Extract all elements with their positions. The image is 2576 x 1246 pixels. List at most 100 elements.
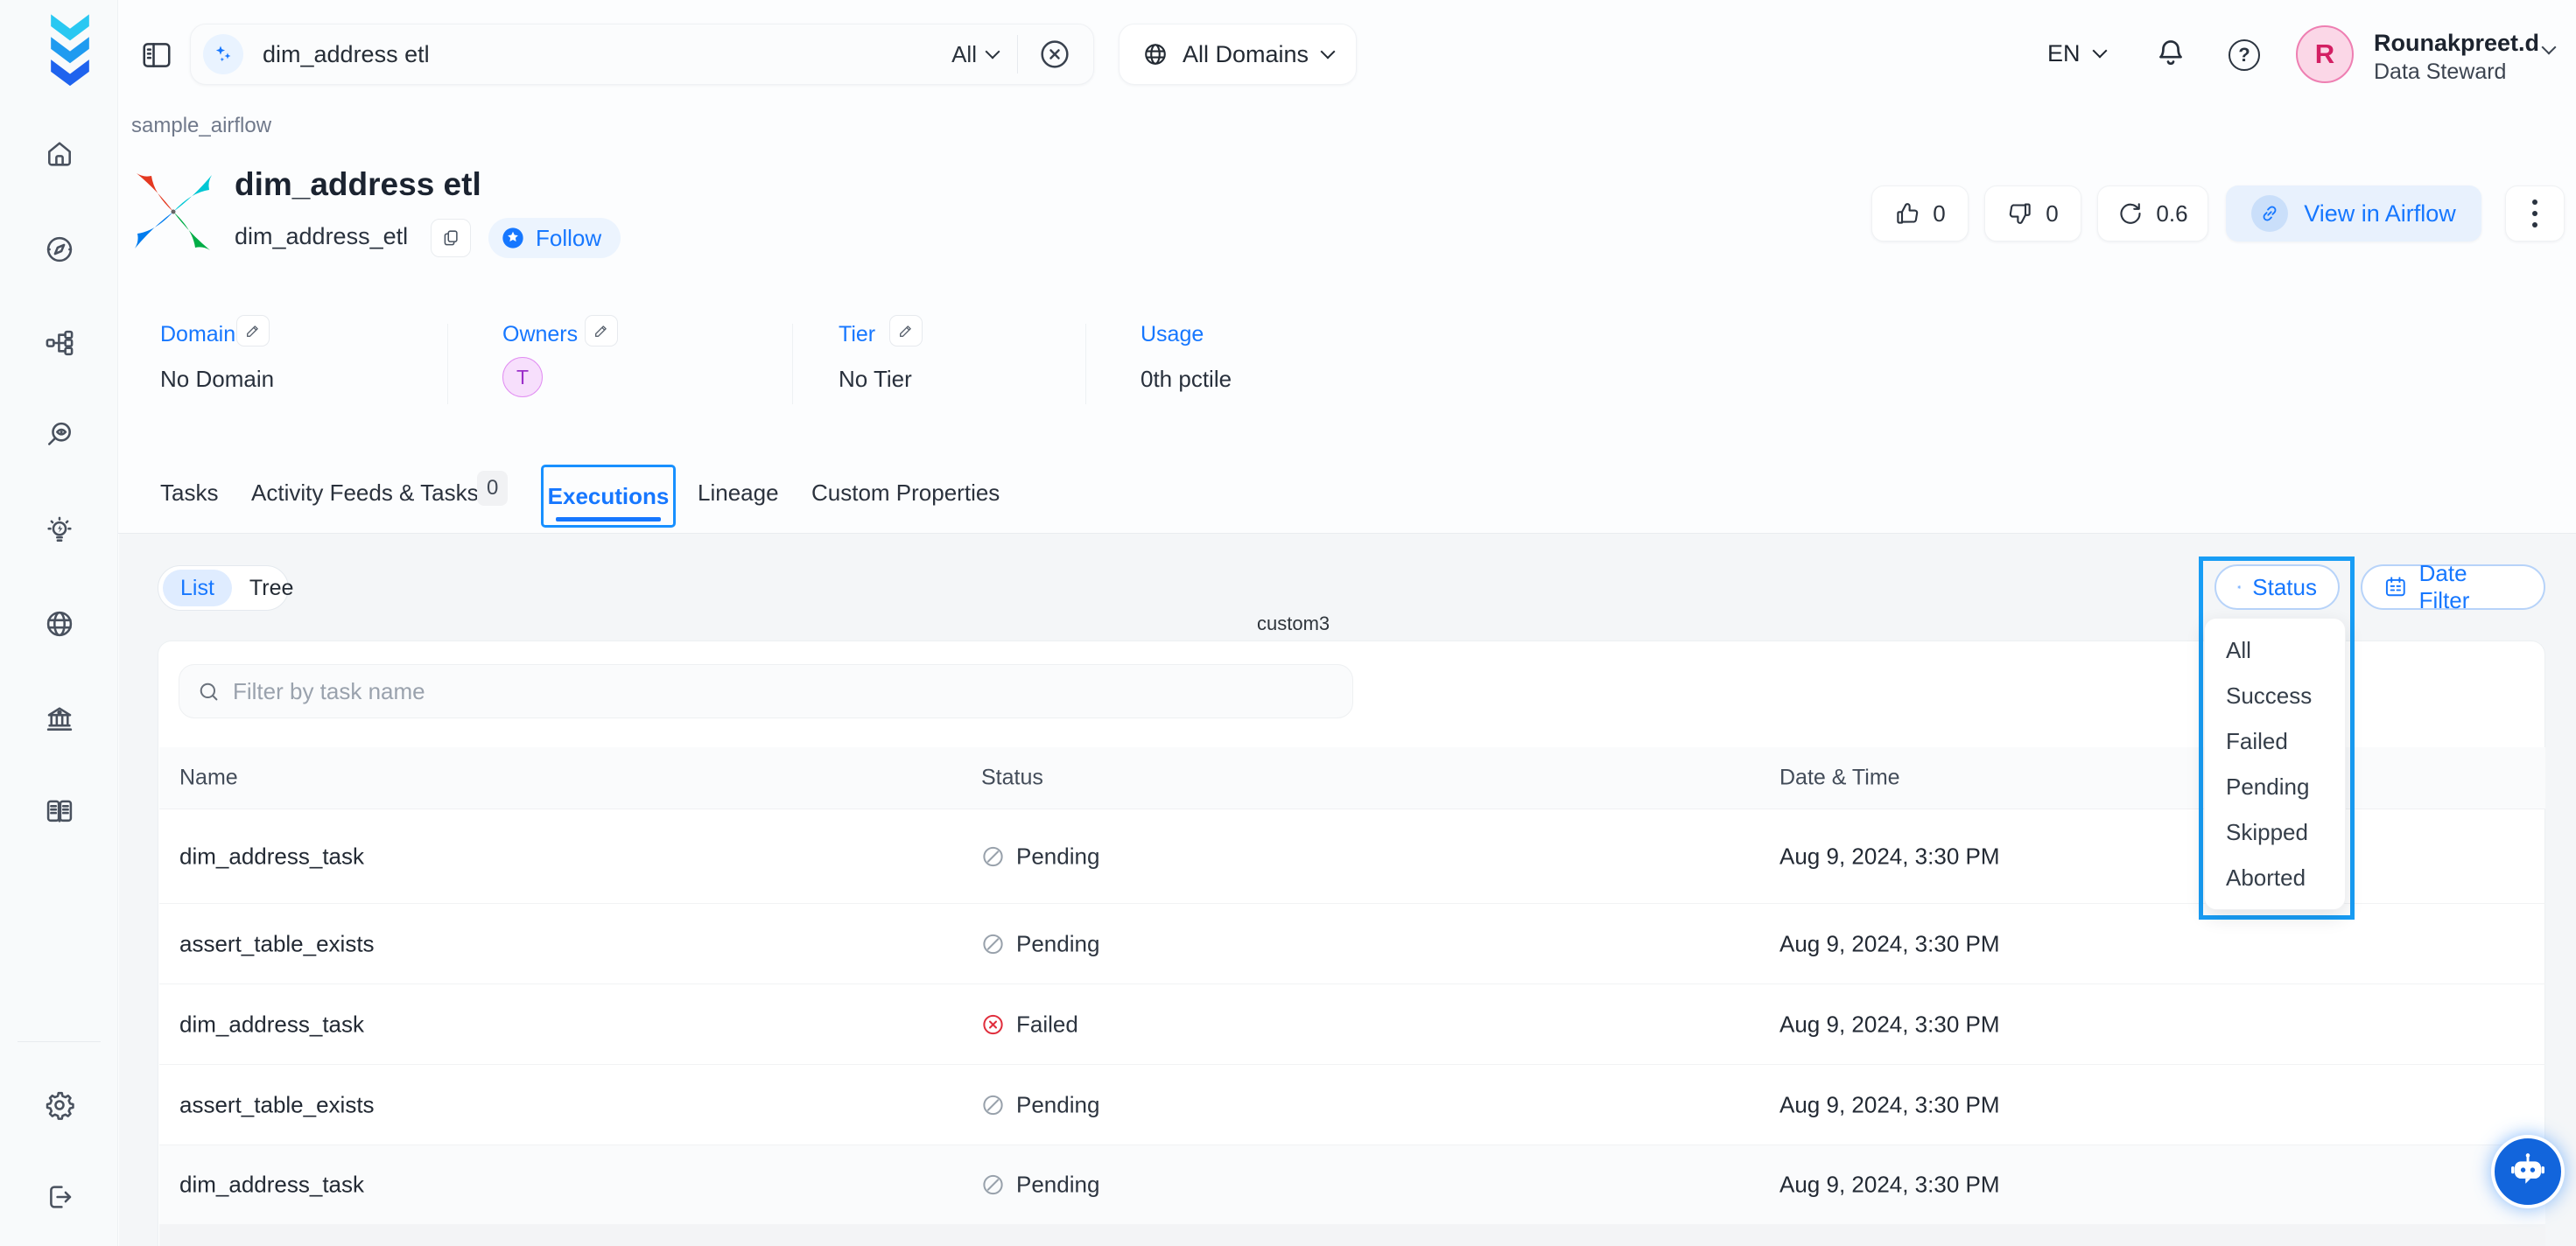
table-row[interactable]: dim_address_task Failed Aug 9, 2024, 3:3… bbox=[159, 984, 2545, 1065]
status-option-aborted[interactable]: Aborted bbox=[2205, 855, 2345, 900]
usage-value: 0th pctile bbox=[1141, 366, 1232, 393]
status-cell: Pending bbox=[981, 843, 1099, 870]
version-number: 0.6 bbox=[2156, 200, 2187, 228]
chevron-down-icon[interactable] bbox=[2542, 40, 2557, 55]
sidebar-item-insights[interactable] bbox=[40, 511, 79, 550]
status-filter-button[interactable]: Status bbox=[2215, 564, 2340, 610]
airflow-logo-icon bbox=[130, 168, 217, 256]
global-search-bar[interactable]: All bbox=[190, 24, 1094, 85]
view-in-airflow-button[interactable]: View in Airflow bbox=[2226, 186, 2481, 242]
search-clear-button[interactable] bbox=[1037, 37, 1072, 72]
sidebar-item-domains[interactable] bbox=[40, 605, 79, 643]
task-name: dim_address_task bbox=[179, 1172, 364, 1199]
pencil-icon bbox=[593, 322, 610, 340]
sidebar-item-lineage[interactable] bbox=[40, 324, 79, 362]
bank-icon bbox=[44, 704, 75, 735]
thumbs-up-icon bbox=[1894, 200, 1920, 227]
sidebar-item-glossary[interactable] bbox=[40, 792, 79, 830]
sliders-icon bbox=[2237, 575, 2241, 599]
owner-avatar[interactable]: T bbox=[502, 357, 543, 397]
table-row[interactable]: dim_address_task Pending Aug 9, 2024, 3:… bbox=[159, 809, 2545, 904]
sidebar-item-logout[interactable] bbox=[40, 1178, 79, 1216]
globe-icon bbox=[1142, 41, 1169, 67]
entity-name: dim_address_etl bbox=[235, 223, 408, 250]
language-selector[interactable]: EN bbox=[2047, 40, 2105, 67]
edit-owners-button[interactable] bbox=[585, 315, 618, 346]
status-label: Pending bbox=[1016, 930, 1099, 957]
status-cell: Pending bbox=[981, 1172, 1099, 1199]
user-menu[interactable]: Rounakpreet.d Data Steward bbox=[2374, 29, 2539, 85]
chevron-down-icon bbox=[1321, 44, 1336, 59]
sidebar-item-govern[interactable] bbox=[40, 700, 79, 738]
date-filter-label: Date Filter bbox=[2419, 560, 2523, 614]
status-option-pending[interactable]: Pending bbox=[2205, 764, 2345, 809]
task-filter-field[interactable] bbox=[179, 664, 1353, 718]
task-filter-input[interactable] bbox=[233, 678, 1335, 705]
follow-button[interactable]: Follow bbox=[488, 218, 621, 258]
column-header-name: Name bbox=[179, 766, 238, 791]
downvote-count: 0 bbox=[2046, 200, 2058, 228]
sidebar-item-home[interactable] bbox=[40, 135, 79, 173]
table-header: Name Status Date & Time bbox=[159, 747, 2545, 809]
search-input[interactable] bbox=[263, 41, 951, 68]
run-datetime: Aug 9, 2024, 3:30 PM bbox=[1779, 843, 2000, 870]
sidebar-item-explore[interactable] bbox=[40, 230, 79, 269]
task-name: assert_table_exists bbox=[179, 930, 375, 957]
downvote-button[interactable]: 0 bbox=[1984, 186, 2081, 242]
chevron-down-icon bbox=[986, 44, 1000, 59]
chatbot-button[interactable] bbox=[2491, 1135, 2565, 1208]
status-option-all[interactable]: All bbox=[2205, 627, 2345, 673]
thumbs-down-icon bbox=[2007, 200, 2033, 227]
list-view-button[interactable]: List bbox=[163, 570, 232, 606]
table-row[interactable]: assert_table_exists Pending Aug 9, 2024,… bbox=[159, 904, 2545, 984]
notifications-button[interactable] bbox=[2154, 38, 2187, 71]
usage-label[interactable]: Usage bbox=[1141, 322, 1204, 347]
tab-custom-properties[interactable]: Custom Properties bbox=[811, 480, 1000, 507]
breadcrumb[interactable]: sample_airflow bbox=[131, 114, 271, 138]
upvote-button[interactable]: 0 bbox=[1871, 186, 1969, 242]
domain-value: No Domain bbox=[160, 366, 274, 393]
executions-card: Name Status Date & Time dim_address_task… bbox=[158, 640, 2545, 1246]
edit-domain-button[interactable] bbox=[236, 315, 270, 346]
status-option-failed[interactable]: Failed bbox=[2205, 718, 2345, 764]
search-scope-dropdown[interactable]: All bbox=[951, 41, 998, 68]
home-icon bbox=[44, 138, 75, 170]
pending-icon bbox=[981, 932, 1005, 956]
version-button[interactable]: 0.6 bbox=[2097, 186, 2208, 242]
status-option-skipped[interactable]: Skipped bbox=[2205, 809, 2345, 855]
domain-label[interactable]: Domain bbox=[160, 322, 235, 347]
sidebar-toggle-icon[interactable] bbox=[140, 38, 173, 72]
copy-button[interactable] bbox=[431, 219, 471, 257]
run-datetime: Aug 9, 2024, 3:30 PM bbox=[1779, 1091, 2000, 1118]
status-label: Pending bbox=[1016, 1172, 1099, 1199]
edit-tier-button[interactable] bbox=[889, 315, 923, 346]
all-domains-button[interactable]: All Domains bbox=[1119, 24, 1357, 85]
tab-executions[interactable]: Executions bbox=[541, 465, 676, 528]
help-icon: ? bbox=[2238, 44, 2250, 66]
pending-icon bbox=[981, 1173, 1005, 1197]
tab-lineage[interactable]: Lineage bbox=[698, 480, 779, 507]
failed-icon bbox=[981, 1012, 1005, 1036]
more-actions-button[interactable] bbox=[2505, 186, 2565, 242]
help-button[interactable]: ? bbox=[2229, 39, 2260, 71]
date-filter-button[interactable]: Date Filter bbox=[2361, 564, 2545, 610]
view-in-airflow-label: View in Airflow bbox=[2304, 200, 2456, 228]
tab-activity-feeds[interactable]: Activity Feeds & Tasks bbox=[251, 480, 479, 507]
table-row[interactable]: dim_address_task Pending Aug 9, 2024, 3:… bbox=[159, 1145, 2545, 1225]
globe-icon bbox=[44, 608, 75, 640]
table-row[interactable]: assert_table_exists Pending Aug 9, 2024,… bbox=[159, 1065, 2545, 1145]
owners-label[interactable]: Owners bbox=[502, 322, 578, 347]
all-domains-label: All Domains bbox=[1183, 41, 1309, 68]
version-history-icon bbox=[2117, 200, 2144, 227]
status-cell: Pending bbox=[981, 1091, 1099, 1118]
sidebar-item-settings[interactable] bbox=[40, 1086, 79, 1124]
sidebar-item-observability[interactable] bbox=[40, 416, 79, 454]
status-option-success[interactable]: Success bbox=[2205, 673, 2345, 718]
tree-view-button[interactable]: Tree bbox=[232, 570, 311, 606]
app-logo-icon bbox=[39, 13, 101, 92]
tab-tasks[interactable]: Tasks bbox=[160, 480, 218, 507]
run-datetime: Aug 9, 2024, 3:30 PM bbox=[1779, 1011, 2000, 1038]
chevron-down-icon bbox=[2092, 44, 2107, 59]
user-avatar[interactable]: R bbox=[2296, 25, 2354, 83]
tier-label[interactable]: Tier bbox=[839, 322, 875, 347]
